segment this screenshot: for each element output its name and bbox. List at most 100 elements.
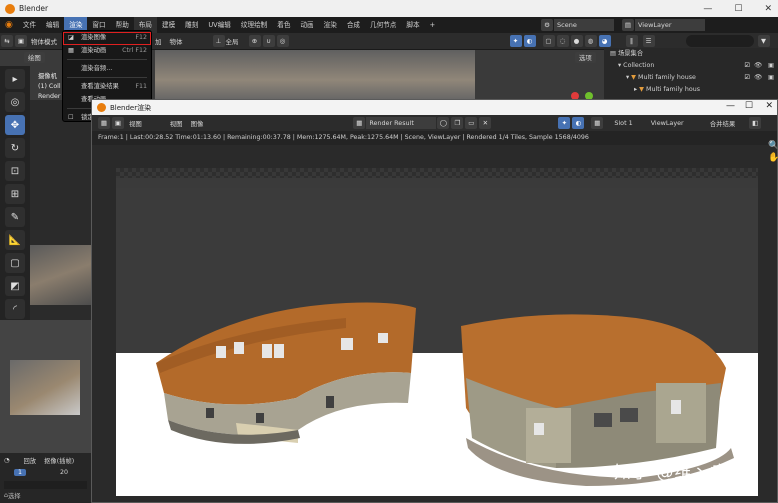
outliner-row-house[interactable]: ▾ ▼ Multi family house ☑ 👁 ▣ [604, 72, 778, 84]
transform-pivot-icon[interactable]: ⇆ [1, 35, 13, 47]
outliner-scene-collection[interactable]: ▤ 场景集合 [604, 48, 778, 60]
add-workspace-button[interactable]: + [425, 17, 441, 33]
folder-icon[interactable]: ▭ [465, 117, 478, 129]
menu-view[interactable]: 视图 [170, 119, 183, 128]
options-dropdown[interactable]: 选项 [575, 52, 596, 63]
measure-tool-icon[interactable]: 📐 [5, 230, 25, 250]
sample-tool-icon[interactable]: ▦ [591, 117, 604, 129]
keying-menu[interactable]: 抠像(插帧) [44, 456, 74, 465]
shading-wireframe-icon[interactable]: ◌ [556, 35, 569, 47]
transform-global-select[interactable]: 全局 [226, 36, 239, 46]
render-animation-item[interactable]: ▦ 渲染动画 Ctrl F12 [63, 44, 151, 57]
extra-tool-2-icon[interactable]: ◜ [5, 299, 25, 319]
checkbox-icon[interactable]: ☑ [744, 72, 750, 84]
menu-image[interactable]: 图像 [191, 119, 204, 128]
workspace-tab-modeling[interactable]: 建模 [157, 17, 180, 33]
render-pass-select[interactable]: 合并结果 [710, 119, 736, 128]
mode-selector[interactable]: 物体模式 [31, 36, 57, 46]
pan-hand-icon[interactable]: ✋ [768, 152, 778, 164]
workspace-tab-animation[interactable]: 动画 [295, 17, 318, 33]
object-mode-icon[interactable]: ▣ [15, 35, 27, 47]
extra-tool-1-icon[interactable]: ◩ [5, 276, 25, 296]
close-image-icon[interactable]: ✕ [479, 117, 492, 129]
view-render-item[interactable]: 查看渲染结果 F11 [63, 80, 151, 93]
select-box-tool-icon[interactable]: ▸ [5, 69, 25, 89]
scale-tool-icon[interactable]: ⊡ [5, 161, 25, 181]
overlay-icon[interactable]: ◐ [572, 117, 585, 129]
filter-icon[interactable]: ▼ [757, 35, 770, 47]
render-maximize-button[interactable]: ☐ [745, 101, 753, 111]
workspace-tab-rendering[interactable]: 渲染 [319, 17, 342, 33]
slot-select[interactable]: Slot 1 [614, 119, 632, 127]
display-channels-icon[interactable]: ◧ [749, 117, 762, 129]
render-canvas[interactable] [116, 168, 758, 496]
snap-icon[interactable]: ⊕ [248, 35, 261, 47]
left-building-render [156, 302, 416, 444]
shading-material-icon[interactable]: ◍ [584, 35, 597, 47]
workspace-tab-scripting[interactable]: 脚本 [401, 17, 424, 33]
clock-icon[interactable]: ◔ [4, 457, 10, 464]
gizmo-toggle-icon[interactable]: ✦ [509, 35, 522, 47]
shading-solid-icon[interactable]: ● [570, 35, 583, 47]
workspace-tab-sculpting[interactable]: 雕刻 [180, 17, 203, 33]
xray-icon[interactable]: ▢ [542, 35, 555, 47]
shield-icon[interactable]: ◯ [437, 117, 450, 129]
playback-menu[interactable]: 回放 [24, 456, 37, 465]
workspace-tab-texture-paint[interactable]: 纹理绘制 [236, 17, 272, 33]
copy-icon[interactable]: ❐ [451, 117, 464, 129]
film-icon: ▦ [68, 47, 74, 54]
add-cube-tool-icon[interactable]: ▢ [5, 253, 25, 273]
watermark-text: 知乎 @维丶痂 [614, 463, 729, 483]
checkbox-icon[interactable]: ☑ [744, 60, 750, 72]
menu-edit[interactable]: 编辑 [41, 17, 64, 33]
zoom-icon[interactable]: 🔍 [768, 140, 778, 152]
image-browse-icon[interactable]: ▦ [353, 117, 366, 129]
camera-icon[interactable]: ▣ [768, 60, 774, 72]
move-tool-icon[interactable]: ✥ [5, 115, 25, 135]
close-button[interactable]: ✕ [764, 4, 772, 14]
eye-icon[interactable]: 👁 [754, 72, 762, 84]
menu-add[interactable]: 加 [155, 36, 162, 46]
view-mode-icon[interactable]: ▣ [112, 117, 124, 129]
checkbox-icon[interactable]: ☐ [68, 111, 74, 124]
outliner-row-collection[interactable]: ▾ Collection ☑ 👁 ▣ [604, 60, 778, 72]
mode-view-label[interactable]: 视图 [129, 119, 142, 128]
scene-selector[interactable]: Scene [554, 19, 614, 31]
maximize-button[interactable]: ☐ [734, 4, 742, 14]
magnet-icon[interactable]: ∪ [262, 35, 275, 47]
overlay-toggle-icon[interactable]: ◐ [523, 35, 536, 47]
shading-rendered-icon[interactable]: ◕ [598, 35, 611, 47]
minimize-button[interactable]: — [703, 4, 712, 14]
blender-menu-icon[interactable]: ◉ [0, 17, 18, 33]
current-frame-indicator[interactable]: 1 [14, 469, 27, 476]
gizmo-icon[interactable]: ✦ [558, 117, 571, 129]
workspace-tab-shading[interactable]: 着色 [272, 17, 295, 33]
render-result-name[interactable]: Render Result [366, 117, 437, 129]
eye-icon[interactable]: 👁 [754, 60, 762, 72]
workspace-tab-compositing[interactable]: 合成 [342, 17, 365, 33]
annotate-tool-icon[interactable]: ✎ [5, 207, 25, 227]
viewport-tab-label[interactable]: 绘图 [24, 52, 45, 63]
workspace-tab-geometry-nodes[interactable]: 几何节点 [365, 17, 401, 33]
menu-object[interactable]: 物体 [170, 36, 183, 46]
timeline-track[interactable] [4, 481, 87, 489]
camera-icon[interactable]: ▣ [768, 72, 774, 84]
render-audio-item[interactable]: 渲染音频... [63, 62, 151, 75]
proportional-edit-icon[interactable]: ◎ [276, 35, 289, 47]
view-layer-selector[interactable]: ViewLayer [635, 19, 705, 31]
timeline-ruler[interactable]: 1 20 [0, 467, 91, 481]
outliner-editor-icon[interactable]: ☰ [642, 35, 655, 47]
pause-icon[interactable]: ‖ [625, 35, 638, 47]
rotate-tool-icon[interactable]: ↻ [5, 138, 25, 158]
view-layer-select[interactable]: ViewLayer [651, 119, 684, 127]
outliner-row-house-child[interactable]: ▸ ▼ Multi family hous [604, 84, 778, 96]
workspace-tab-uv[interactable]: UV编辑 [203, 17, 236, 33]
render-minimize-button[interactable]: — [726, 101, 735, 111]
render-close-button[interactable]: ✕ [765, 101, 773, 111]
menu-file[interactable]: 文件 [18, 17, 41, 33]
cursor-tool-icon[interactable]: ◎ [5, 92, 25, 112]
image-editor-type-icon[interactable]: ▦ [98, 117, 110, 129]
transform-orientation-icon[interactable]: ⊥ [212, 35, 225, 47]
outliner-search-field[interactable] [685, 35, 754, 47]
transform-tool-icon[interactable]: ⊞ [5, 184, 25, 204]
